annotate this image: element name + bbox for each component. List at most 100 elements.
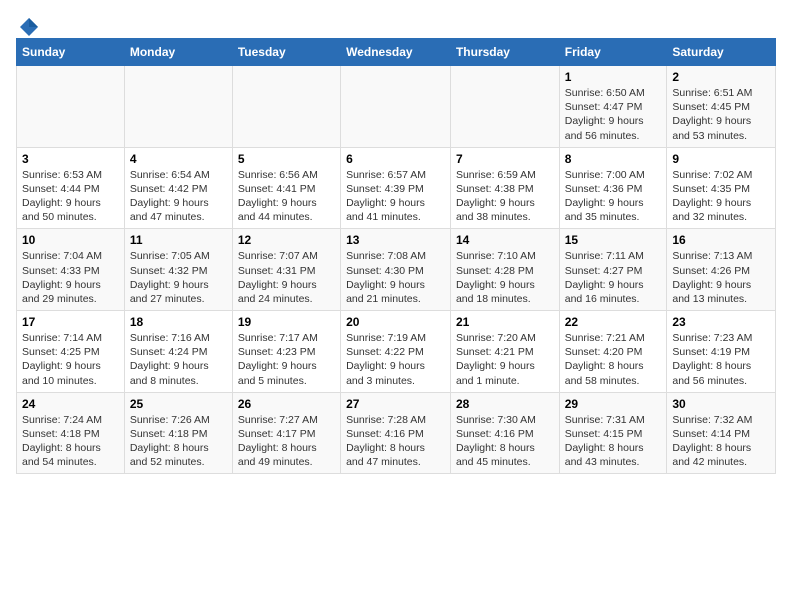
day-info: Sunrise: 7:27 AMSunset: 4:17 PMDaylight:…	[238, 413, 335, 470]
day-info: Sunrise: 7:23 AMSunset: 4:19 PMDaylight:…	[672, 331, 770, 388]
day-number: 21	[456, 315, 554, 329]
day-number: 3	[22, 152, 119, 166]
day-number: 27	[346, 397, 445, 411]
calendar-cell	[341, 66, 451, 148]
day-info: Sunrise: 7:19 AMSunset: 4:22 PMDaylight:…	[346, 331, 445, 388]
day-info: Sunrise: 7:32 AMSunset: 4:14 PMDaylight:…	[672, 413, 770, 470]
page-header	[16, 16, 776, 34]
day-info: Sunrise: 7:04 AMSunset: 4:33 PMDaylight:…	[22, 249, 119, 306]
day-info: Sunrise: 7:30 AMSunset: 4:16 PMDaylight:…	[456, 413, 554, 470]
calendar-cell: 16 Sunrise: 7:13 AMSunset: 4:26 PMDayligh…	[667, 229, 776, 311]
day-number: 4	[130, 152, 227, 166]
day-number: 13	[346, 233, 445, 247]
col-header-tuesday: Tuesday	[232, 39, 340, 66]
calendar-cell: 18 Sunrise: 7:16 AMSunset: 4:24 PMDayligh…	[124, 311, 232, 393]
col-header-friday: Friday	[559, 39, 667, 66]
day-info: Sunrise: 7:05 AMSunset: 4:32 PMDaylight:…	[130, 249, 227, 306]
day-info: Sunrise: 7:28 AMSunset: 4:16 PMDaylight:…	[346, 413, 445, 470]
day-number: 16	[672, 233, 770, 247]
day-number: 25	[130, 397, 227, 411]
day-info: Sunrise: 7:31 AMSunset: 4:15 PMDaylight:…	[565, 413, 662, 470]
calendar-cell: 28 Sunrise: 7:30 AMSunset: 4:16 PMDayligh…	[450, 392, 559, 474]
calendar-cell: 29 Sunrise: 7:31 AMSunset: 4:15 PMDayligh…	[559, 392, 667, 474]
day-number: 15	[565, 233, 662, 247]
calendar-cell	[124, 66, 232, 148]
calendar-cell: 5 Sunrise: 6:56 AMSunset: 4:41 PMDaylight…	[232, 147, 340, 229]
col-header-wednesday: Wednesday	[341, 39, 451, 66]
calendar-cell: 4 Sunrise: 6:54 AMSunset: 4:42 PMDaylight…	[124, 147, 232, 229]
day-info: Sunrise: 7:11 AMSunset: 4:27 PMDaylight:…	[565, 249, 662, 306]
day-number: 14	[456, 233, 554, 247]
calendar-cell: 30 Sunrise: 7:32 AMSunset: 4:14 PMDayligh…	[667, 392, 776, 474]
calendar-cell: 23 Sunrise: 7:23 AMSunset: 4:19 PMDayligh…	[667, 311, 776, 393]
day-number: 23	[672, 315, 770, 329]
day-number: 19	[238, 315, 335, 329]
day-number: 18	[130, 315, 227, 329]
day-number: 11	[130, 233, 227, 247]
day-info: Sunrise: 7:00 AMSunset: 4:36 PMDaylight:…	[565, 168, 662, 225]
calendar-cell: 20 Sunrise: 7:19 AMSunset: 4:22 PMDayligh…	[341, 311, 451, 393]
calendar-cell: 17 Sunrise: 7:14 AMSunset: 4:25 PMDayligh…	[17, 311, 125, 393]
calendar-cell	[450, 66, 559, 148]
calendar-cell: 27 Sunrise: 7:28 AMSunset: 4:16 PMDayligh…	[341, 392, 451, 474]
calendar-cell: 3 Sunrise: 6:53 AMSunset: 4:44 PMDaylight…	[17, 147, 125, 229]
calendar-cell: 6 Sunrise: 6:57 AMSunset: 4:39 PMDaylight…	[341, 147, 451, 229]
day-info: Sunrise: 6:56 AMSunset: 4:41 PMDaylight:…	[238, 168, 335, 225]
day-number: 26	[238, 397, 335, 411]
day-number: 9	[672, 152, 770, 166]
day-number: 17	[22, 315, 119, 329]
day-number: 5	[238, 152, 335, 166]
day-info: Sunrise: 7:26 AMSunset: 4:18 PMDaylight:…	[130, 413, 227, 470]
day-number: 29	[565, 397, 662, 411]
calendar-cell: 25 Sunrise: 7:26 AMSunset: 4:18 PMDayligh…	[124, 392, 232, 474]
col-header-sunday: Sunday	[17, 39, 125, 66]
calendar-cell: 22 Sunrise: 7:21 AMSunset: 4:20 PMDayligh…	[559, 311, 667, 393]
calendar-cell: 9 Sunrise: 7:02 AMSunset: 4:35 PMDaylight…	[667, 147, 776, 229]
day-number: 24	[22, 397, 119, 411]
col-header-thursday: Thursday	[450, 39, 559, 66]
calendar-cell: 26 Sunrise: 7:27 AMSunset: 4:17 PMDayligh…	[232, 392, 340, 474]
day-info: Sunrise: 6:54 AMSunset: 4:42 PMDaylight:…	[130, 168, 227, 225]
day-info: Sunrise: 7:24 AMSunset: 4:18 PMDaylight:…	[22, 413, 119, 470]
calendar-cell: 12Sunrise: 7:07 AMSunset: 4:31 PMDayligh…	[232, 229, 340, 311]
day-info: Sunrise: 6:53 AMSunset: 4:44 PMDaylight:…	[22, 168, 119, 225]
day-info: Sunrise: 6:50 AMSunset: 4:47 PMDaylight:…	[565, 86, 662, 143]
day-info: Sunrise: 7:20 AMSunset: 4:21 PMDaylight:…	[456, 331, 554, 388]
calendar-cell: 13Sunrise: 7:08 AMSunset: 4:30 PMDayligh…	[341, 229, 451, 311]
calendar-cell: 21 Sunrise: 7:20 AMSunset: 4:21 PMDayligh…	[450, 311, 559, 393]
col-header-saturday: Saturday	[667, 39, 776, 66]
calendar-cell	[17, 66, 125, 148]
day-number: 10	[22, 233, 119, 247]
calendar-table: SundayMondayTuesdayWednesdayThursdayFrid…	[16, 38, 776, 474]
day-info: Sunrise: 7:14 AMSunset: 4:25 PMDaylight:…	[22, 331, 119, 388]
calendar-cell: 10 Sunrise: 7:04 AMSunset: 4:33 PMDayligh…	[17, 229, 125, 311]
day-number: 1	[565, 70, 662, 84]
calendar-cell: 19Sunrise: 7:17 AMSunset: 4:23 PMDayligh…	[232, 311, 340, 393]
calendar-cell: 14 Sunrise: 7:10 AMSunset: 4:28 PMDayligh…	[450, 229, 559, 311]
day-number: 28	[456, 397, 554, 411]
calendar-cell: 24 Sunrise: 7:24 AMSunset: 4:18 PMDayligh…	[17, 392, 125, 474]
day-info: Sunrise: 7:10 AMSunset: 4:28 PMDaylight:…	[456, 249, 554, 306]
logo-flag-icon	[18, 16, 40, 38]
day-number: 20	[346, 315, 445, 329]
day-number: 30	[672, 397, 770, 411]
day-info: Sunrise: 7:02 AMSunset: 4:35 PMDaylight:…	[672, 168, 770, 225]
day-number: 6	[346, 152, 445, 166]
day-number: 7	[456, 152, 554, 166]
calendar-cell: 15 Sunrise: 7:11 AMSunset: 4:27 PMDayligh…	[559, 229, 667, 311]
calendar-cell: 8 Sunrise: 7:00 AMSunset: 4:36 PMDaylight…	[559, 147, 667, 229]
day-number: 22	[565, 315, 662, 329]
day-info: Sunrise: 6:51 AMSunset: 4:45 PMDaylight:…	[672, 86, 770, 143]
calendar-cell: 2 Sunrise: 6:51 AMSunset: 4:45 PMDaylight…	[667, 66, 776, 148]
day-info: Sunrise: 6:57 AMSunset: 4:39 PMDaylight:…	[346, 168, 445, 225]
calendar-cell	[232, 66, 340, 148]
day-number: 2	[672, 70, 770, 84]
logo	[16, 16, 42, 34]
day-number: 12	[238, 233, 335, 247]
day-number: 8	[565, 152, 662, 166]
day-info: Sunrise: 7:21 AMSunset: 4:20 PMDaylight:…	[565, 331, 662, 388]
calendar-cell: 11 Sunrise: 7:05 AMSunset: 4:32 PMDayligh…	[124, 229, 232, 311]
day-info: Sunrise: 7:13 AMSunset: 4:26 PMDaylight:…	[672, 249, 770, 306]
day-info: Sunrise: 7:16 AMSunset: 4:24 PMDaylight:…	[130, 331, 227, 388]
calendar-cell: 7Sunrise: 6:59 AMSunset: 4:38 PMDaylight…	[450, 147, 559, 229]
